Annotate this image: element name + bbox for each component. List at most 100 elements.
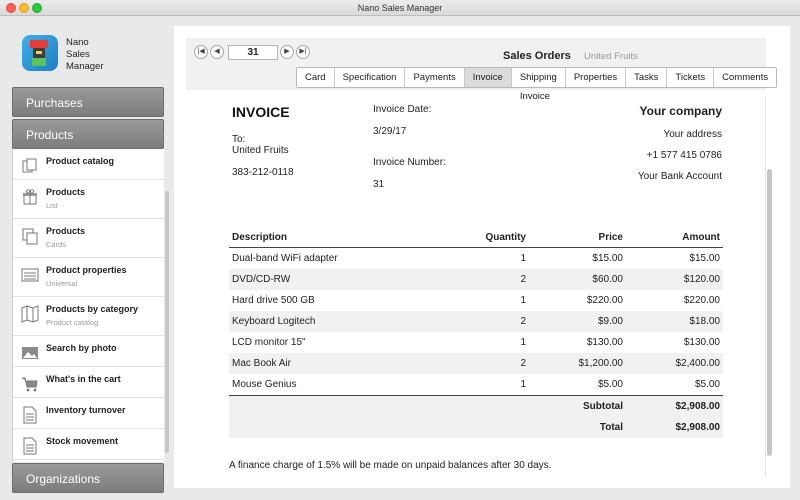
sidebar-item-label: What's in the cart: [46, 374, 121, 384]
tab-invoice[interactable]: Invoice: [464, 68, 512, 87]
customer-name: United Fruits: [232, 145, 289, 156]
table-row: Mouse Genius 1 $5.00 $5.00: [229, 374, 723, 395]
sidebar-item-products-by-category[interactable]: Products by category Product catalog: [13, 297, 164, 336]
sidebar-item-products-list[interactable]: Products List: [13, 180, 164, 219]
tab-comments[interactable]: Comments: [714, 68, 776, 87]
sidebar-item-label: Products: [46, 226, 86, 236]
record-number-input[interactable]: 31: [228, 45, 278, 60]
properties-icon: [21, 268, 39, 282]
table-header-row: Description Quantity Price Amount: [229, 227, 723, 248]
sidebar-item-whats-in-the-cart[interactable]: What's in the cart: [13, 367, 164, 398]
sidebar-item-stock-movement[interactable]: Stock movement: [13, 429, 164, 460]
sidebar-item-label: Search by photo: [46, 343, 117, 353]
invoice-document: INVOICE To: United Fruits 383-212-0118 I…: [174, 96, 764, 488]
sidebar-item-product-catalog[interactable]: Product catalog: [13, 149, 164, 180]
next-record-button[interactable]: ▶: [280, 45, 294, 59]
sidebar-section-organizations[interactable]: Organizations: [12, 463, 164, 493]
table-row: Mac Book Air 2 $1,200.00 $2,400.00: [229, 353, 723, 374]
invoice-number: 31: [373, 179, 385, 190]
item-description: Mac Book Air: [232, 358, 291, 369]
item-amount: $5.00: [694, 379, 720, 390]
company-name: Your company: [639, 104, 722, 118]
tab-payments[interactable]: Payments: [405, 68, 465, 87]
column-header-quantity: Quantity: [485, 232, 526, 243]
tab-properties[interactable]: Properties: [566, 68, 627, 87]
item-price: $220.00: [586, 295, 623, 306]
invoice-number-label: Invoice Number:: [373, 157, 446, 168]
item-amount: $120.00: [683, 274, 720, 285]
column-header-amount: Amount: [682, 232, 720, 243]
total-label: Total: [599, 422, 623, 433]
item-description: LCD monitor 15": [232, 337, 306, 348]
document-scrollbar[interactable]: [767, 169, 772, 456]
total-row: Total $2,908.00: [229, 417, 723, 438]
minimize-window-button[interactable]: [19, 3, 29, 13]
cart-icon: [22, 377, 38, 392]
item-quantity: 1: [520, 253, 526, 264]
tab-tickets[interactable]: Tickets: [667, 68, 715, 87]
column-header-description: Description: [232, 232, 288, 243]
first-record-button[interactable]: |◀: [194, 45, 208, 59]
item-quantity: 2: [520, 274, 526, 285]
item-description: DVD/CD-RW: [232, 274, 291, 285]
sidebar-item-label: Products by category: [46, 304, 139, 314]
item-quantity: 1: [520, 379, 526, 390]
previous-record-button[interactable]: ◀: [210, 45, 224, 59]
close-window-button[interactable]: [6, 3, 16, 13]
cards-icon: [22, 228, 38, 245]
sidebar-section-purchases[interactable]: Purchases: [12, 87, 164, 117]
tab-shipping-invoice[interactable]: Shipping Invoice: [512, 68, 566, 102]
customer-phone: 383-212-0118: [232, 167, 294, 178]
item-price: $60.00: [592, 274, 623, 285]
column-header-price: Price: [598, 232, 623, 243]
table-row: Dual-band WiFi adapter 1 $15.00 $15.00: [229, 248, 723, 269]
invoice-heading: INVOICE: [232, 104, 290, 120]
photo-icon: [22, 347, 38, 359]
item-description: Hard drive 500 GB: [232, 295, 315, 306]
item-price: $15.00: [592, 253, 623, 264]
catalog-icon: [22, 158, 37, 173]
document-icon: [23, 437, 37, 455]
item-quantity: 2: [520, 358, 526, 369]
sidebar-item-products-cards[interactable]: Products Cards: [13, 219, 164, 258]
company-address: Your address: [663, 129, 722, 140]
map-icon: [21, 305, 39, 323]
sidebar-item-product-properties[interactable]: Product properties Universal: [13, 258, 164, 297]
table-row: Keyboard Logitech 2 $9.00 $18.00: [229, 311, 723, 332]
document-title: Sales Orders: [503, 50, 571, 62]
sidebar-item-sublabel: Universal: [46, 279, 78, 288]
company-phone: +1 577 415 0786: [646, 150, 722, 161]
sidebar-scrollbar[interactable]: [165, 191, 169, 453]
app-logo-icon: [22, 35, 58, 71]
invoice-items-table: Description Quantity Price Amount Dual-b…: [229, 227, 723, 438]
invoice-date-label: Invoice Date:: [373, 104, 432, 115]
item-price: $1,200.00: [578, 358, 624, 369]
sidebar-item-search-by-photo[interactable]: Search by photo: [13, 336, 164, 367]
tab-bar: Card Specification Payments Invoice Ship…: [296, 67, 778, 102]
tab-specification[interactable]: Specification: [335, 68, 406, 87]
sidebar-item-label: Product properties: [46, 265, 127, 275]
sidebar-item-sublabel: Cards: [46, 240, 67, 249]
gift-icon: [23, 189, 37, 205]
document-icon: [23, 406, 37, 424]
products-nav-list: Product catalog Products List Products C…: [12, 149, 164, 462]
company-bank-account: Your Bank Account: [637, 171, 722, 182]
sidebar-section-products[interactable]: Products: [12, 119, 164, 149]
item-quantity: 2: [520, 316, 526, 327]
item-amount: $2,400.00: [675, 358, 721, 369]
window-title: Nano Sales Manager: [357, 3, 443, 13]
sidebar-item-inventory-turnover[interactable]: Inventory turnover: [13, 398, 164, 429]
sidebar-item-label: Product catalog: [46, 156, 115, 166]
subtotal-label: Subtotal: [583, 401, 623, 412]
tab-tasks[interactable]: Tasks: [626, 68, 668, 87]
item-amount: $130.00: [683, 337, 720, 348]
maximize-window-button[interactable]: [32, 3, 42, 13]
finance-charge-note: A finance charge of 1.5% will be made on…: [229, 460, 552, 471]
item-price: $5.00: [597, 379, 623, 390]
last-record-button[interactable]: ▶|: [296, 45, 310, 59]
invoice-date: 3/29/17: [373, 126, 407, 137]
tab-card[interactable]: Card: [297, 68, 335, 87]
sidebar-item-sublabel: Product catalog: [46, 318, 99, 327]
item-description: Mouse Genius: [232, 379, 297, 390]
item-description: Dual-band WiFi adapter: [232, 253, 338, 264]
